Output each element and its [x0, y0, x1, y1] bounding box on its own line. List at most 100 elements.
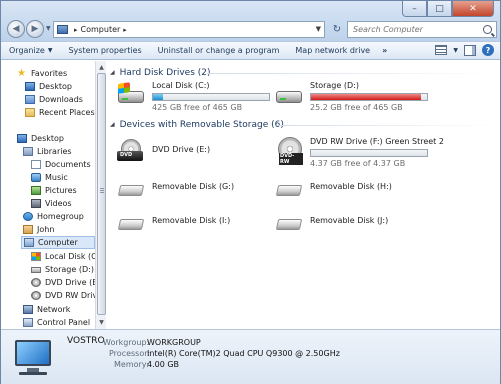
- uninstall-program-button[interactable]: Uninstall or change a program: [150, 42, 288, 59]
- breadcrumb-computer[interactable]: Computer: [81, 25, 121, 34]
- windows-drive-icon: [117, 82, 145, 107]
- nav-desktop-favorite[interactable]: Desktop: [25, 80, 72, 93]
- nav-documents[interactable]: Documents: [31, 158, 91, 171]
- breadcrumb-separator-icon[interactable]: ▸: [123, 26, 127, 34]
- system-properties-button[interactable]: System properties: [60, 42, 149, 59]
- chevron-down-icon[interactable]: ▼: [453, 47, 458, 54]
- drive-name: DVD RW Drive (F:) Green Street 2: [310, 137, 444, 146]
- desktop-icon: [25, 82, 35, 91]
- nav-label: Homegroup: [37, 212, 84, 221]
- drive-h[interactable]: Removable Disk (H:): [275, 177, 425, 207]
- maximize-button[interactable]: □: [427, 1, 452, 17]
- drive-usage-fill: [153, 94, 163, 100]
- command-bar: Organize ▼ System properties Uninstall or…: [1, 41, 500, 60]
- preview-pane-icon[interactable]: [464, 44, 476, 56]
- address-bar[interactable]: ▸ Computer ▸ ▼: [53, 21, 325, 38]
- hard-drive-icon: [31, 266, 41, 273]
- scroll-down-icon[interactable]: ▼: [97, 317, 106, 327]
- grip-icon: [100, 188, 104, 194]
- nav-storage[interactable]: Storage (D:): [31, 263, 94, 276]
- nav-music[interactable]: Music: [31, 171, 68, 184]
- refresh-icon: ↻: [332, 24, 342, 35]
- change-view-icon[interactable]: [435, 45, 448, 55]
- drive-e[interactable]: DVD DVD Drive (E:): [117, 137, 267, 167]
- collapse-icon[interactable]: ◢: [110, 69, 115, 76]
- drive-name: DVD Drive (E:): [152, 145, 211, 154]
- forward-button[interactable]: ▶: [26, 20, 44, 38]
- window-controls: – □ ✕: [402, 1, 494, 18]
- drive-free-space: 4.37 GB free of 4.37 GB: [310, 159, 406, 168]
- drive-g[interactable]: Removable Disk (G:): [117, 177, 267, 207]
- collapse-icon[interactable]: ◢: [110, 121, 115, 128]
- desktop-icon: [17, 134, 27, 143]
- nav-label: Control Panel: [37, 318, 91, 327]
- nav-recent-places[interactable]: Recent Places: [25, 106, 95, 119]
- nav-desktop[interactable]: Desktop: [17, 132, 64, 145]
- user-folder-icon: [23, 225, 33, 234]
- nav-videos[interactable]: Videos: [31, 197, 72, 210]
- drive-d[interactable]: Storage (D:) 25.2 GB free of 465 GB: [275, 81, 445, 112]
- refresh-button[interactable]: ↻: [329, 22, 345, 37]
- removable-disk-icon: [117, 179, 145, 203]
- drive-c[interactable]: Local Disk (C:) 425 GB free of 465 GB: [117, 81, 277, 112]
- drive-name: Removable Disk (I:): [152, 216, 231, 225]
- back-button[interactable]: ◀: [7, 20, 25, 38]
- nav-control-panel[interactable]: Control Panel: [23, 316, 90, 329]
- recent-pages-dropdown[interactable]: ▼: [46, 25, 51, 32]
- nav-local-disk[interactable]: Local Disk (C:): [31, 250, 95, 263]
- drive-free-space: 425 GB free of 465 GB: [152, 103, 243, 112]
- map-network-drive-button[interactable]: Map network drive: [287, 42, 378, 59]
- search-box[interactable]: [347, 21, 497, 38]
- drive-usage-bar: [310, 149, 428, 157]
- nav-network[interactable]: Network: [23, 303, 70, 316]
- nav-label: Storage (D:): [45, 265, 94, 274]
- nav-downloads[interactable]: Downloads: [25, 93, 83, 106]
- nav-favorites[interactable]: ★ Favorites: [17, 67, 67, 80]
- nav-pictures[interactable]: Pictures: [31, 184, 77, 197]
- search-input[interactable]: [353, 25, 478, 34]
- workgroup-label: Workgroup:: [103, 338, 150, 347]
- content-area: ◢ Hard Disk Drives (2) Local Disk (C:) 42…: [107, 61, 500, 329]
- nav-john[interactable]: John: [23, 223, 54, 236]
- navigation-pane: ★ Favorites Desktop Downloads Recent Plac…: [1, 61, 95, 329]
- scroll-up-icon[interactable]: ▲: [97, 62, 106, 72]
- scroll-thumb[interactable]: [97, 73, 106, 315]
- workgroup-value: WORKGROUP: [147, 338, 201, 347]
- search-icon[interactable]: [483, 25, 492, 34]
- nav-libraries[interactable]: Libraries: [23, 145, 72, 158]
- nav-label: Local Disk (C:): [45, 252, 95, 261]
- nav-label: Downloads: [39, 95, 83, 104]
- recent-places-icon: [25, 108, 35, 117]
- organize-menu[interactable]: Organize ▼: [1, 42, 60, 59]
- drive-usage-fill: [311, 94, 421, 100]
- nav-label: Music: [45, 173, 68, 182]
- drive-j[interactable]: Removable Disk (J:): [275, 211, 425, 241]
- group-divider: [277, 125, 497, 126]
- libraries-icon: [23, 147, 33, 156]
- homegroup-icon: [23, 212, 33, 221]
- drive-name: Removable Disk (J:): [310, 216, 389, 225]
- nav-homegroup[interactable]: Homegroup: [23, 210, 84, 223]
- nav-label: Desktop: [39, 82, 72, 91]
- processor-value: Intel(R) Core(TM)2 Quad CPU Q9300 @ 2.50…: [147, 349, 340, 358]
- nav-computer[interactable]: Computer: [21, 236, 95, 249]
- arrow-left-icon: ◀: [12, 24, 20, 34]
- nav-label: Documents: [45, 160, 91, 169]
- drive-i[interactable]: Removable Disk (I:): [117, 211, 267, 241]
- breadcrumb-separator-icon[interactable]: ▸: [74, 26, 78, 34]
- drive-f[interactable]: DVD-RW DVD RW Drive (F:) Green Street 2 …: [275, 137, 475, 168]
- help-icon[interactable]: ?: [482, 44, 494, 56]
- downloads-icon: [25, 95, 35, 104]
- more-commands-button[interactable]: »: [378, 46, 391, 55]
- computer-icon: [57, 25, 68, 34]
- group-header-removable-storage[interactable]: ◢ Devices with Removable Storage (6): [110, 118, 284, 131]
- documents-icon: [31, 160, 41, 169]
- address-dropdown-icon[interactable]: ▼: [316, 25, 321, 33]
- nav-scrollbar[interactable]: ▲ ▼: [95, 61, 106, 329]
- nav-dvd-rw-drive[interactable]: DVD RW Drive (: [31, 289, 95, 302]
- close-button[interactable]: ✕: [452, 1, 494, 17]
- minimize-button[interactable]: –: [402, 1, 427, 17]
- group-header-hard-disk-drives[interactable]: ◢ Hard Disk Drives (2): [110, 66, 211, 79]
- nav-dvd-drive[interactable]: DVD Drive (E:): [31, 276, 95, 289]
- nav-label: Favorites: [31, 69, 68, 78]
